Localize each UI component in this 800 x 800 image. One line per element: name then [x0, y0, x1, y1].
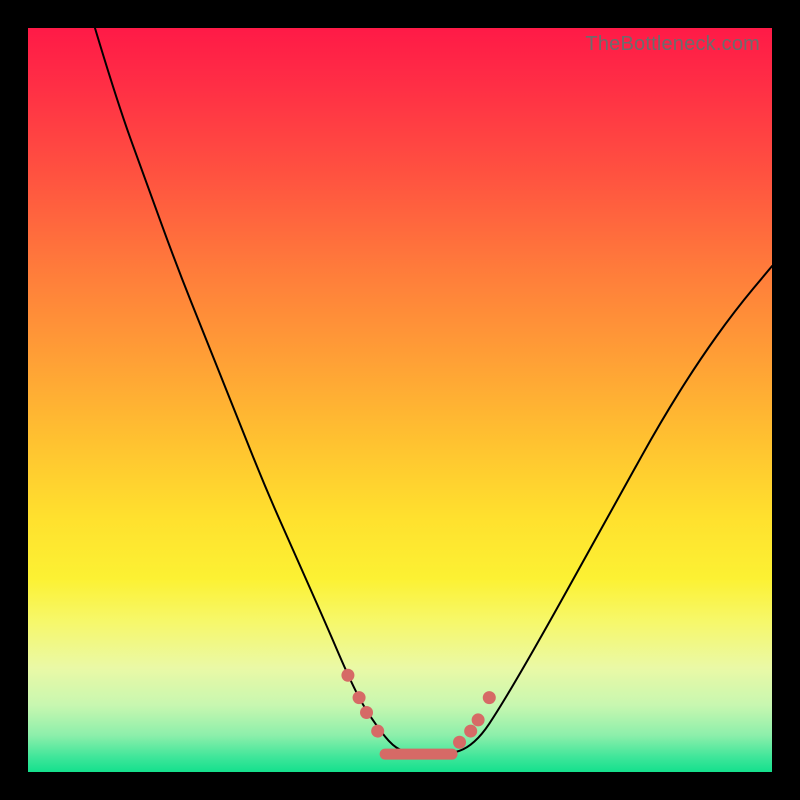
- highlight-marker: [353, 691, 366, 704]
- plot-area: TheBottleneck.com: [28, 28, 772, 772]
- highlight-marker: [360, 706, 373, 719]
- highlight-marker: [371, 725, 384, 738]
- highlight-marker: [464, 725, 477, 738]
- highlight-marker: [472, 713, 485, 726]
- highlight-marker: [341, 669, 354, 682]
- highlight-marker: [453, 736, 466, 749]
- bottleneck-curve: [95, 28, 772, 755]
- curve-layer: [28, 28, 772, 772]
- highlight-marker: [483, 691, 496, 704]
- highlight-markers: [341, 669, 495, 749]
- chart-frame: TheBottleneck.com: [0, 0, 800, 800]
